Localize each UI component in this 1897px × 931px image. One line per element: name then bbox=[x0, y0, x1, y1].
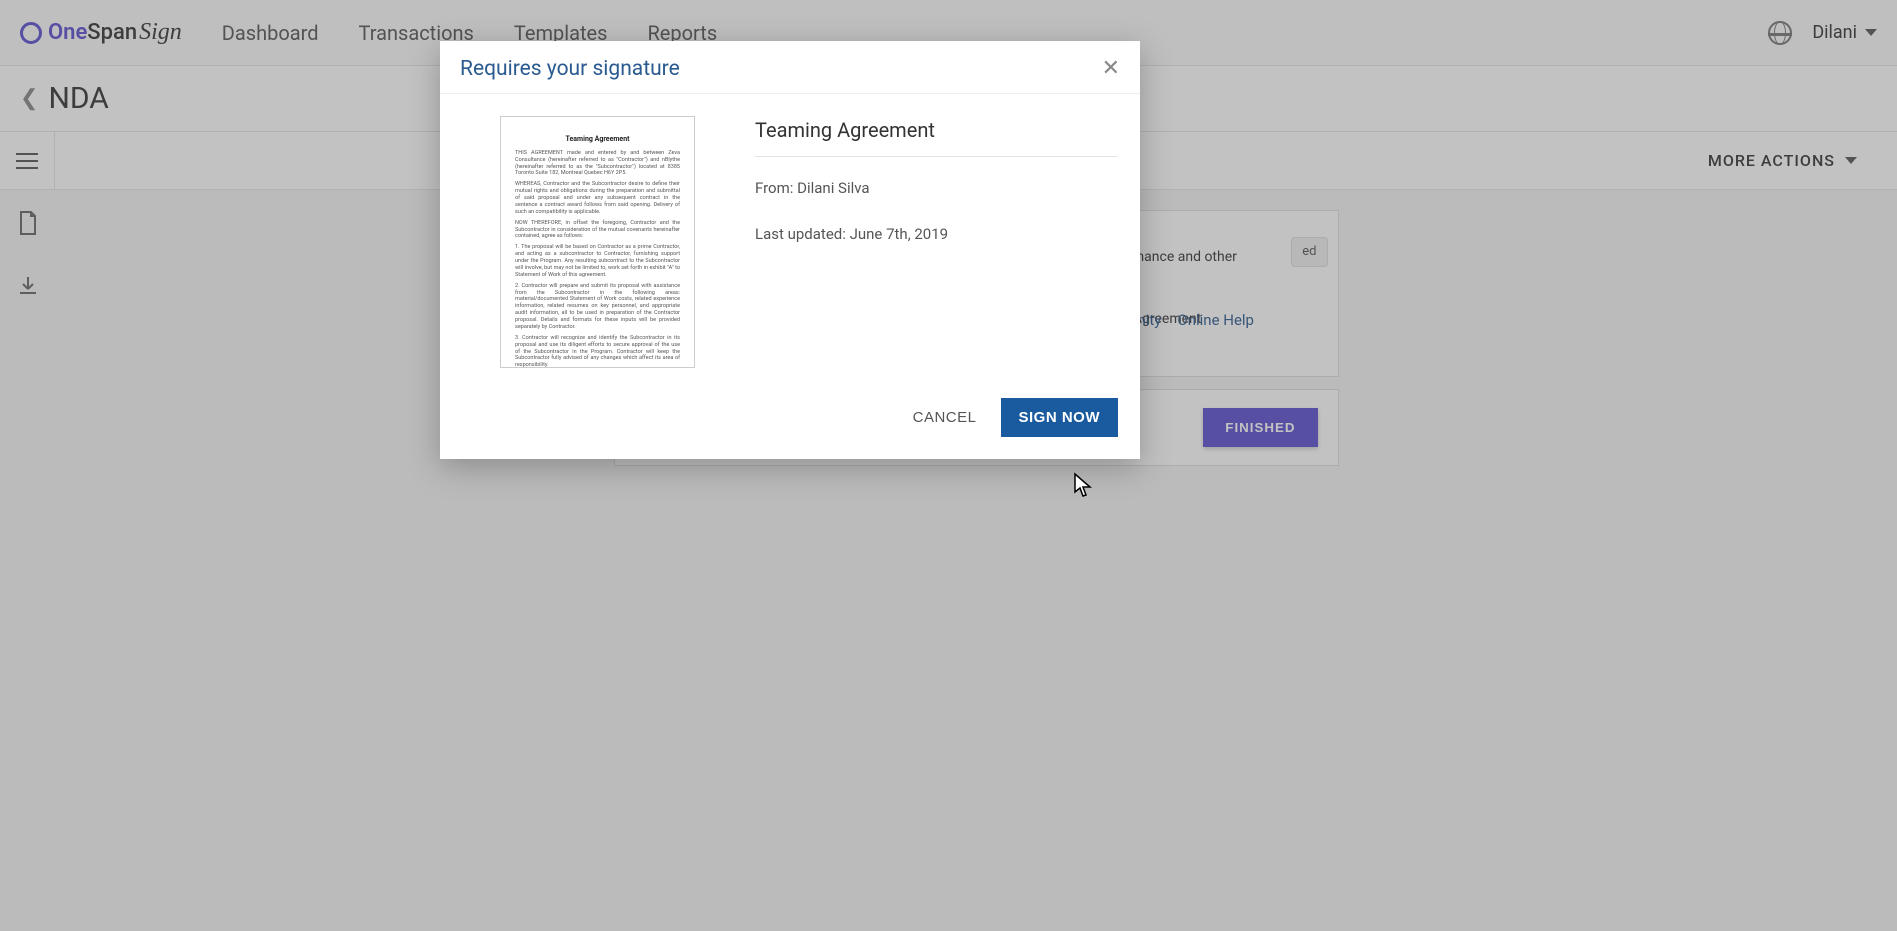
modal-info: Teaming Agreement From: Dilani Silva Las… bbox=[755, 116, 1118, 368]
updated-label: Last updated: bbox=[755, 225, 850, 243]
thumb-p2: WHEREAS, Contractor and the Subcontracto… bbox=[515, 181, 680, 215]
thumb-p5: 2. Contractor will prepare and submit it… bbox=[515, 283, 680, 331]
thumb-p4: 1. The proposal will be based on Contrac… bbox=[515, 244, 680, 278]
modal-footer: CANCEL SIGN NOW bbox=[440, 398, 1140, 459]
thumb-p1: THIS AGREEMENT made and entered by and b… bbox=[515, 150, 680, 178]
updated-value: June 7th, 2019 bbox=[850, 225, 949, 243]
modal-header: Requires your signature ✕ bbox=[440, 41, 1140, 94]
signature-modal: Requires your signature ✕ Teaming Agreem… bbox=[440, 41, 1140, 459]
modal-doc-title: Teaming Agreement bbox=[755, 118, 1118, 157]
thumb-p6: 3. Contractor will recognize and identif… bbox=[515, 335, 680, 368]
close-icon[interactable]: ✕ bbox=[1102, 58, 1120, 80]
modal-body: Teaming Agreement THIS AGREEMENT made an… bbox=[440, 94, 1140, 398]
thumb-p3: NOW THEREFORE, in offset the foregoing, … bbox=[515, 220, 680, 241]
from-label: From: bbox=[755, 179, 797, 197]
from-value: Dilani Silva bbox=[797, 179, 869, 197]
sign-now-button[interactable]: SIGN NOW bbox=[1001, 398, 1119, 437]
modal-updated-row: Last updated: June 7th, 2019 bbox=[755, 225, 1118, 243]
modal-title: Requires your signature bbox=[460, 57, 680, 81]
document-thumbnail[interactable]: Teaming Agreement THIS AGREEMENT made an… bbox=[500, 116, 695, 368]
thumb-title: Teaming Agreement bbox=[515, 135, 680, 144]
cancel-button[interactable]: CANCEL bbox=[913, 409, 977, 426]
modal-from-row: From: Dilani Silva bbox=[755, 179, 1118, 197]
